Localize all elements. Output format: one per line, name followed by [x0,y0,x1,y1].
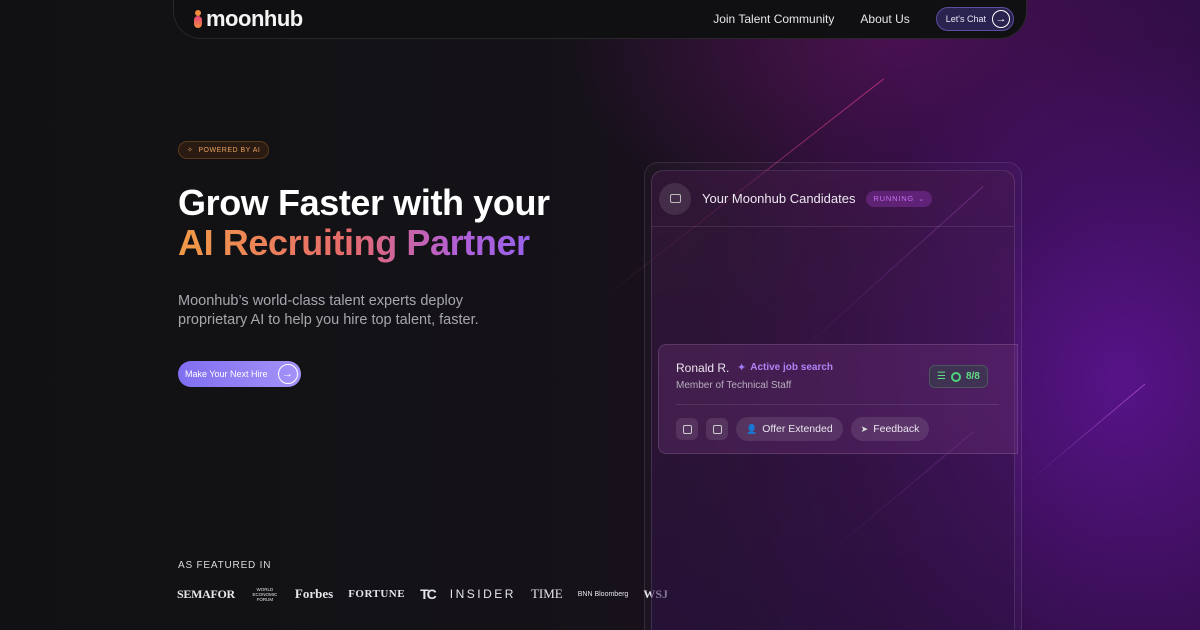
note-icon [712,424,722,434]
logo-text: moonhub [206,6,303,31]
running-status-dropdown[interactable]: RUNNING ⌄ [866,190,933,207]
candidate-card[interactable]: Ronald R. ✦ Active job search Member of … [658,344,1018,454]
candidate-name: Ronald R. [676,361,730,375]
techcrunch-logo: TC [420,586,437,602]
candidate-tag: ✦ Active job search [737,361,833,374]
board-icon [659,182,691,215]
note-icon-button[interactable] [706,418,728,440]
make-your-next-hire-button[interactable]: Make Your Next Hire → [178,361,301,387]
navbar: moonhub Join Talent Community About Us L… [173,0,1027,39]
press-logos: SEMAFOR WORLD ECONOMIC FORUM Forbes FORT… [177,586,668,602]
list-icon: ☰ [937,371,946,382]
hero-title: Grow Faster with your AI Recruiting Part… [178,183,550,263]
candidate-tag-label: Active job search [750,362,834,373]
logo[interactable]: moonhub [194,6,303,32]
candidate-role: Member of Technical Staff [676,380,792,391]
powered-by-ai-badge: ✧ POWERED BY AI [178,141,270,159]
chevron-down-icon: ⌄ [918,194,926,203]
hero-title-line2: AI Recruiting Partner [178,223,550,263]
panel-header: Your Moonhub Candidates RUNNING ⌄ [652,171,1014,227]
candidate-score: 8/8 [965,371,980,382]
hero-subtitle: Moonhub’s world-class talent experts dep… [178,293,479,328]
offer-extended-button[interactable]: 👤 Offer Extended [736,417,843,441]
arrow-right-icon: → [277,364,298,384]
person-icon: 👤 [746,423,758,434]
sparkle-icon: ✦ [737,362,747,374]
card-actions: 👤 Offer Extended ➤ Feedback [676,417,930,441]
offer-extended-label: Offer Extended [762,423,833,435]
feedback-button[interactable]: ➤ Feedback [850,417,930,441]
nav-link-about-us[interactable]: About Us [860,12,909,26]
semafor-logo: SEMAFOR [177,586,235,601]
profile-icon-button[interactable] [676,418,698,440]
score-ring-icon [950,371,961,382]
forbes-logo: Forbes [294,586,334,601]
featured-title: AS FEATURED IN [178,560,272,571]
send-icon: ➤ [860,423,869,434]
badge-label: POWERED BY AI [198,146,261,154]
lets-chat-button[interactable]: Let's Chat → [935,7,1014,31]
running-status-label: RUNNING [873,194,915,203]
insider-logo: INSIDER [449,587,516,601]
moonhub-logo-icon [194,10,202,28]
hero-title-line1: Grow Faster with your [178,182,550,223]
card-divider [676,404,999,405]
fortune-logo: FORTUNE [348,588,406,600]
wef-logo: WORLD ECONOMIC FORUM [252,586,278,602]
lets-chat-label: Let's Chat [945,14,986,24]
candidate-score-badge: ☰ 8/8 [929,365,988,388]
cta-label: Make Your Next Hire [185,369,268,379]
nav-links: Join Talent Community About Us Let's Cha… [713,7,1014,31]
time-logo: TIME [530,586,563,601]
nav-link-join-talent-community[interactable]: Join Talent Community [713,12,834,26]
arrow-right-icon: → [992,10,1010,28]
panel-title: Your Moonhub Candidates [702,191,856,206]
sparkle-icon: ✧ [187,147,194,154]
profile-icon [682,424,692,434]
feedback-label: Feedback [873,423,920,435]
bnn-bloomberg-logo: BNN Bloomberg [577,590,629,598]
